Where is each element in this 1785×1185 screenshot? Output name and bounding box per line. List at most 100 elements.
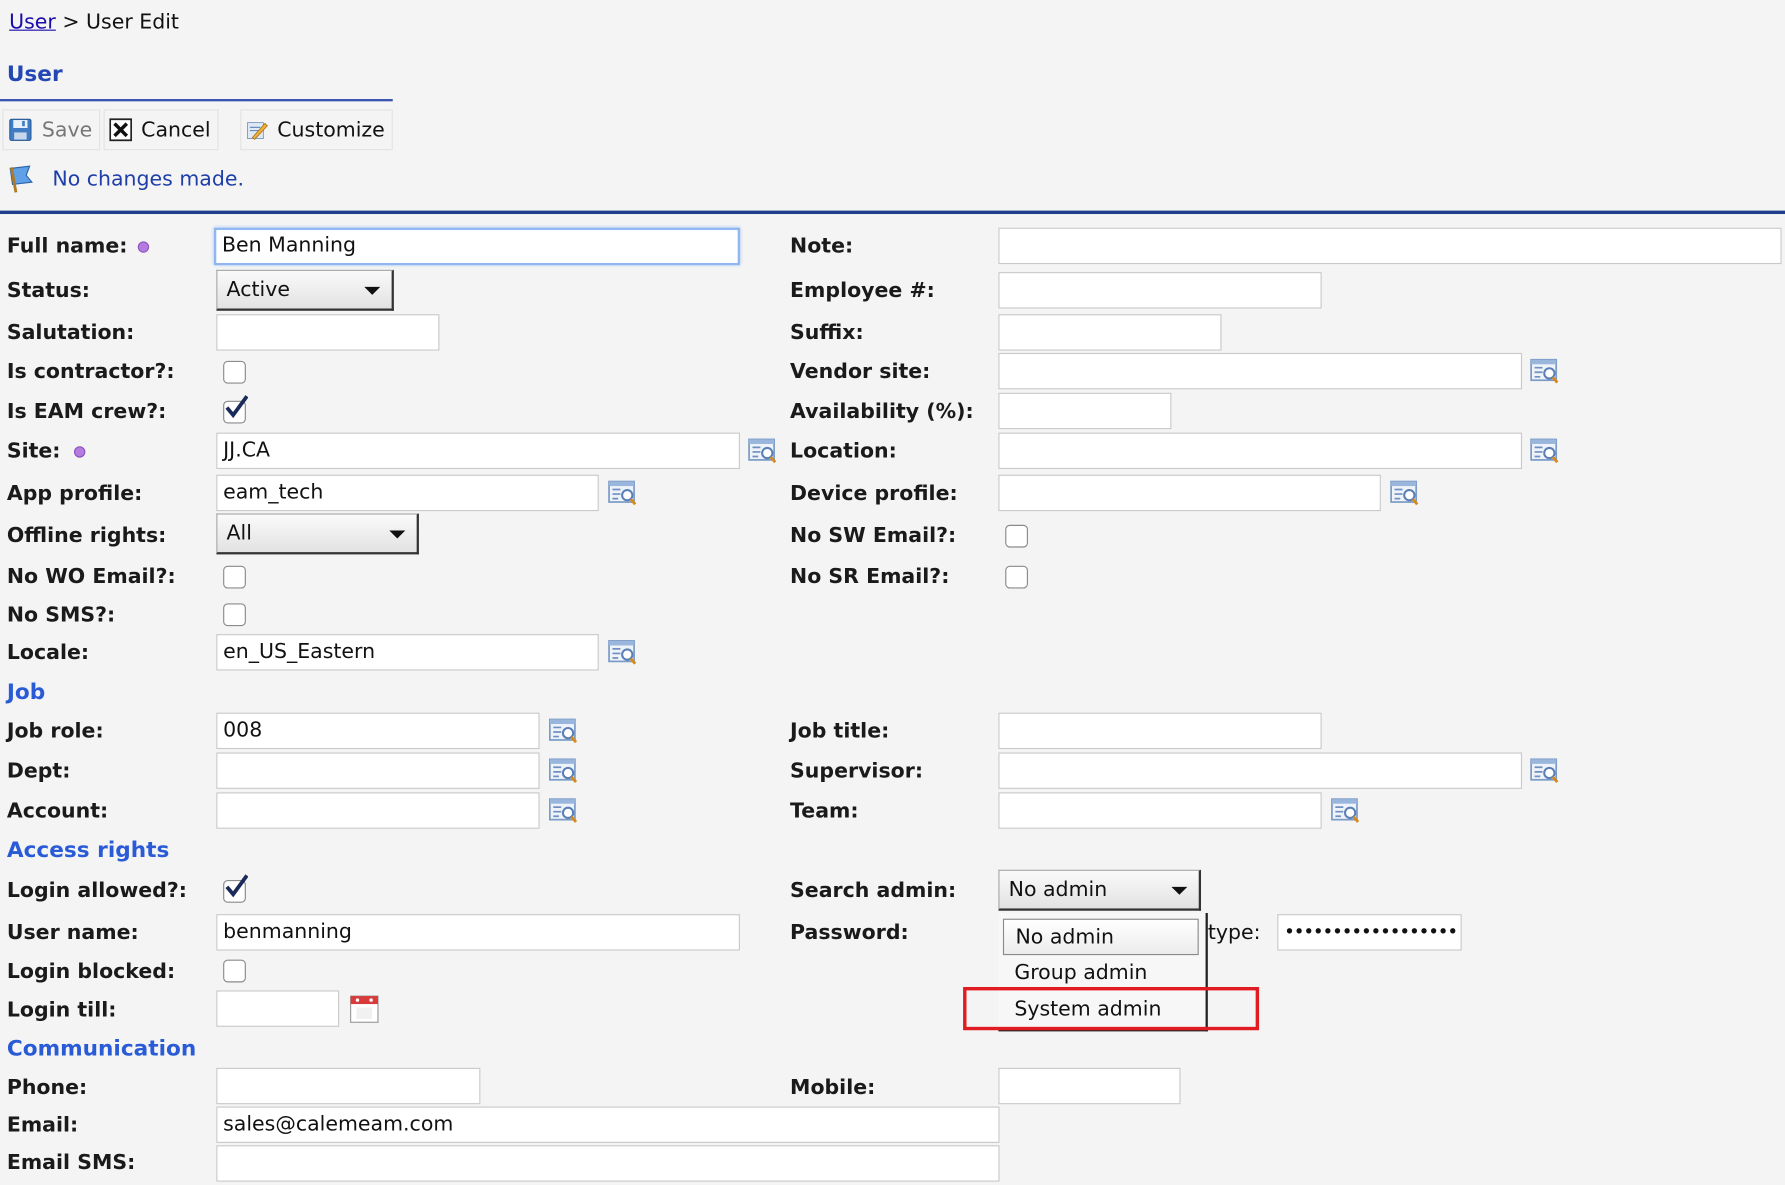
dept-input[interactable] bbox=[216, 752, 540, 789]
section-access-rights: Access rights bbox=[6, 837, 170, 863]
employee-no-input[interactable] bbox=[998, 272, 1322, 309]
phone-label: Phone: bbox=[6, 1075, 88, 1100]
chevron-down-icon bbox=[1171, 886, 1188, 895]
locale-lookup-icon[interactable] bbox=[606, 635, 640, 669]
title-underline bbox=[0, 99, 393, 102]
required-icon bbox=[73, 446, 86, 458]
email-sms-input[interactable] bbox=[216, 1145, 1000, 1182]
no-sw-email-checkbox[interactable] bbox=[1005, 524, 1028, 548]
login-blocked-label: Login blocked: bbox=[6, 959, 176, 984]
save-button[interactable]: Save bbox=[2, 109, 101, 151]
mobile-input[interactable] bbox=[998, 1067, 1181, 1105]
customize-button[interactable]: Customize bbox=[240, 109, 393, 151]
search-admin-label: Search admin: bbox=[790, 878, 957, 903]
close-icon bbox=[109, 118, 133, 142]
no-wo-email-label: No WO Email?: bbox=[6, 564, 176, 589]
login-till-label: Login till: bbox=[6, 998, 117, 1023]
status-select-value: Active bbox=[226, 277, 290, 302]
is-eam-crew-label: Is EAM crew?: bbox=[6, 399, 167, 424]
device-profile-label: Device profile: bbox=[790, 481, 958, 506]
dropdown-option-no-admin[interactable]: No admin bbox=[1002, 918, 1199, 956]
note-label: Note: bbox=[790, 234, 854, 259]
status-label: Status: bbox=[6, 278, 90, 303]
device-profile-input[interactable] bbox=[998, 474, 1381, 512]
highlight-box bbox=[963, 986, 1260, 1031]
vendor-site-label: Vendor site: bbox=[790, 359, 931, 384]
email-sms-label: Email SMS: bbox=[6, 1150, 136, 1175]
email-input[interactable]: sales@calemeam.com bbox=[216, 1106, 1000, 1143]
location-lookup-icon[interactable] bbox=[1528, 434, 1562, 468]
customize-label: Customize bbox=[277, 117, 385, 142]
search-admin-select[interactable]: No admin bbox=[998, 869, 1202, 911]
site-input[interactable]: JJ.CA bbox=[216, 432, 740, 470]
suffix-input[interactable] bbox=[998, 314, 1222, 351]
offline-rights-label: Offline rights: bbox=[6, 523, 167, 548]
suffix-label: Suffix: bbox=[790, 321, 864, 345]
mobile-label: Mobile: bbox=[790, 1075, 876, 1100]
job-title-label: Job title: bbox=[790, 719, 890, 744]
is-contractor-checkbox[interactable] bbox=[223, 360, 246, 384]
job-role-input[interactable]: 008 bbox=[216, 712, 540, 750]
full-name-input[interactable]: Ben Manning bbox=[214, 227, 740, 266]
breadcrumb-user-link[interactable]: User bbox=[9, 10, 56, 34]
is-contractor-label: Is contractor?: bbox=[6, 359, 175, 384]
breadcrumb: User > User Edit bbox=[9, 10, 179, 34]
chevron-down-icon bbox=[389, 530, 406, 539]
flag-icon bbox=[9, 165, 33, 193]
dept-label: Dept: bbox=[6, 759, 71, 784]
no-sr-email-checkbox[interactable] bbox=[1005, 565, 1028, 589]
chevron-down-icon bbox=[364, 286, 381, 295]
password-input[interactable]: •••••••••••••••••• bbox=[1277, 914, 1462, 951]
account-lookup-icon[interactable] bbox=[546, 793, 580, 827]
status-select[interactable]: Active bbox=[216, 269, 394, 311]
login-allowed-label: Login allowed?: bbox=[6, 878, 187, 903]
job-role-label: Job role: bbox=[6, 719, 104, 744]
dept-lookup-icon[interactable] bbox=[546, 754, 580, 788]
app-profile-lookup-icon[interactable] bbox=[606, 476, 640, 510]
offline-rights-value: All bbox=[226, 521, 252, 546]
vendor-site-lookup-icon[interactable] bbox=[1528, 354, 1562, 388]
location-label: Location: bbox=[790, 439, 897, 464]
no-sms-checkbox[interactable] bbox=[223, 603, 246, 627]
supervisor-label: Supervisor: bbox=[790, 759, 924, 784]
password-label: Password: bbox=[790, 920, 909, 945]
no-wo-email-checkbox[interactable] bbox=[223, 565, 246, 589]
header-separator bbox=[0, 210, 1785, 215]
required-icon bbox=[137, 241, 150, 253]
salutation-input[interactable] bbox=[216, 314, 440, 351]
account-input[interactable] bbox=[216, 792, 540, 829]
section-communication: Communication bbox=[6, 1035, 197, 1061]
email-label: Email: bbox=[6, 1113, 79, 1138]
team-input[interactable] bbox=[998, 792, 1322, 829]
team-lookup-icon[interactable] bbox=[1329, 793, 1363, 827]
employee-no-label: Employee #: bbox=[790, 278, 935, 303]
location-input[interactable] bbox=[998, 432, 1523, 470]
device-profile-lookup-icon[interactable] bbox=[1388, 476, 1422, 510]
availability-input[interactable] bbox=[998, 392, 1172, 430]
calendar-icon[interactable] bbox=[347, 992, 381, 1026]
offline-rights-select[interactable]: All bbox=[216, 513, 419, 555]
note-input[interactable] bbox=[998, 227, 1782, 265]
user-name-label: User name: bbox=[6, 920, 139, 945]
save-icon bbox=[9, 118, 32, 141]
cancel-button[interactable]: Cancel bbox=[103, 109, 219, 151]
login-till-input[interactable] bbox=[216, 990, 340, 1027]
phone-input[interactable] bbox=[216, 1067, 481, 1105]
supervisor-input[interactable] bbox=[998, 752, 1523, 789]
login-blocked-checkbox[interactable] bbox=[223, 959, 246, 983]
user-name-input[interactable]: benmanning bbox=[216, 914, 740, 951]
locale-label: Locale: bbox=[6, 640, 90, 665]
customize-icon bbox=[247, 122, 268, 140]
site-label: Site: bbox=[6, 439, 61, 464]
full-name-label: Full name: bbox=[6, 234, 128, 259]
supervisor-lookup-icon[interactable] bbox=[1528, 754, 1562, 788]
account-label: Account: bbox=[6, 799, 109, 824]
locale-input[interactable]: en_US_Eastern bbox=[216, 634, 599, 671]
checkmark-icon bbox=[223, 873, 248, 900]
site-lookup-icon[interactable] bbox=[746, 434, 780, 468]
vendor-site-input[interactable] bbox=[998, 352, 1523, 390]
job-title-input[interactable] bbox=[998, 712, 1322, 750]
status-message: No changes made. bbox=[7, 164, 244, 194]
app-profile-input[interactable]: eam_tech bbox=[216, 474, 599, 512]
job-role-lookup-icon[interactable] bbox=[546, 714, 580, 748]
